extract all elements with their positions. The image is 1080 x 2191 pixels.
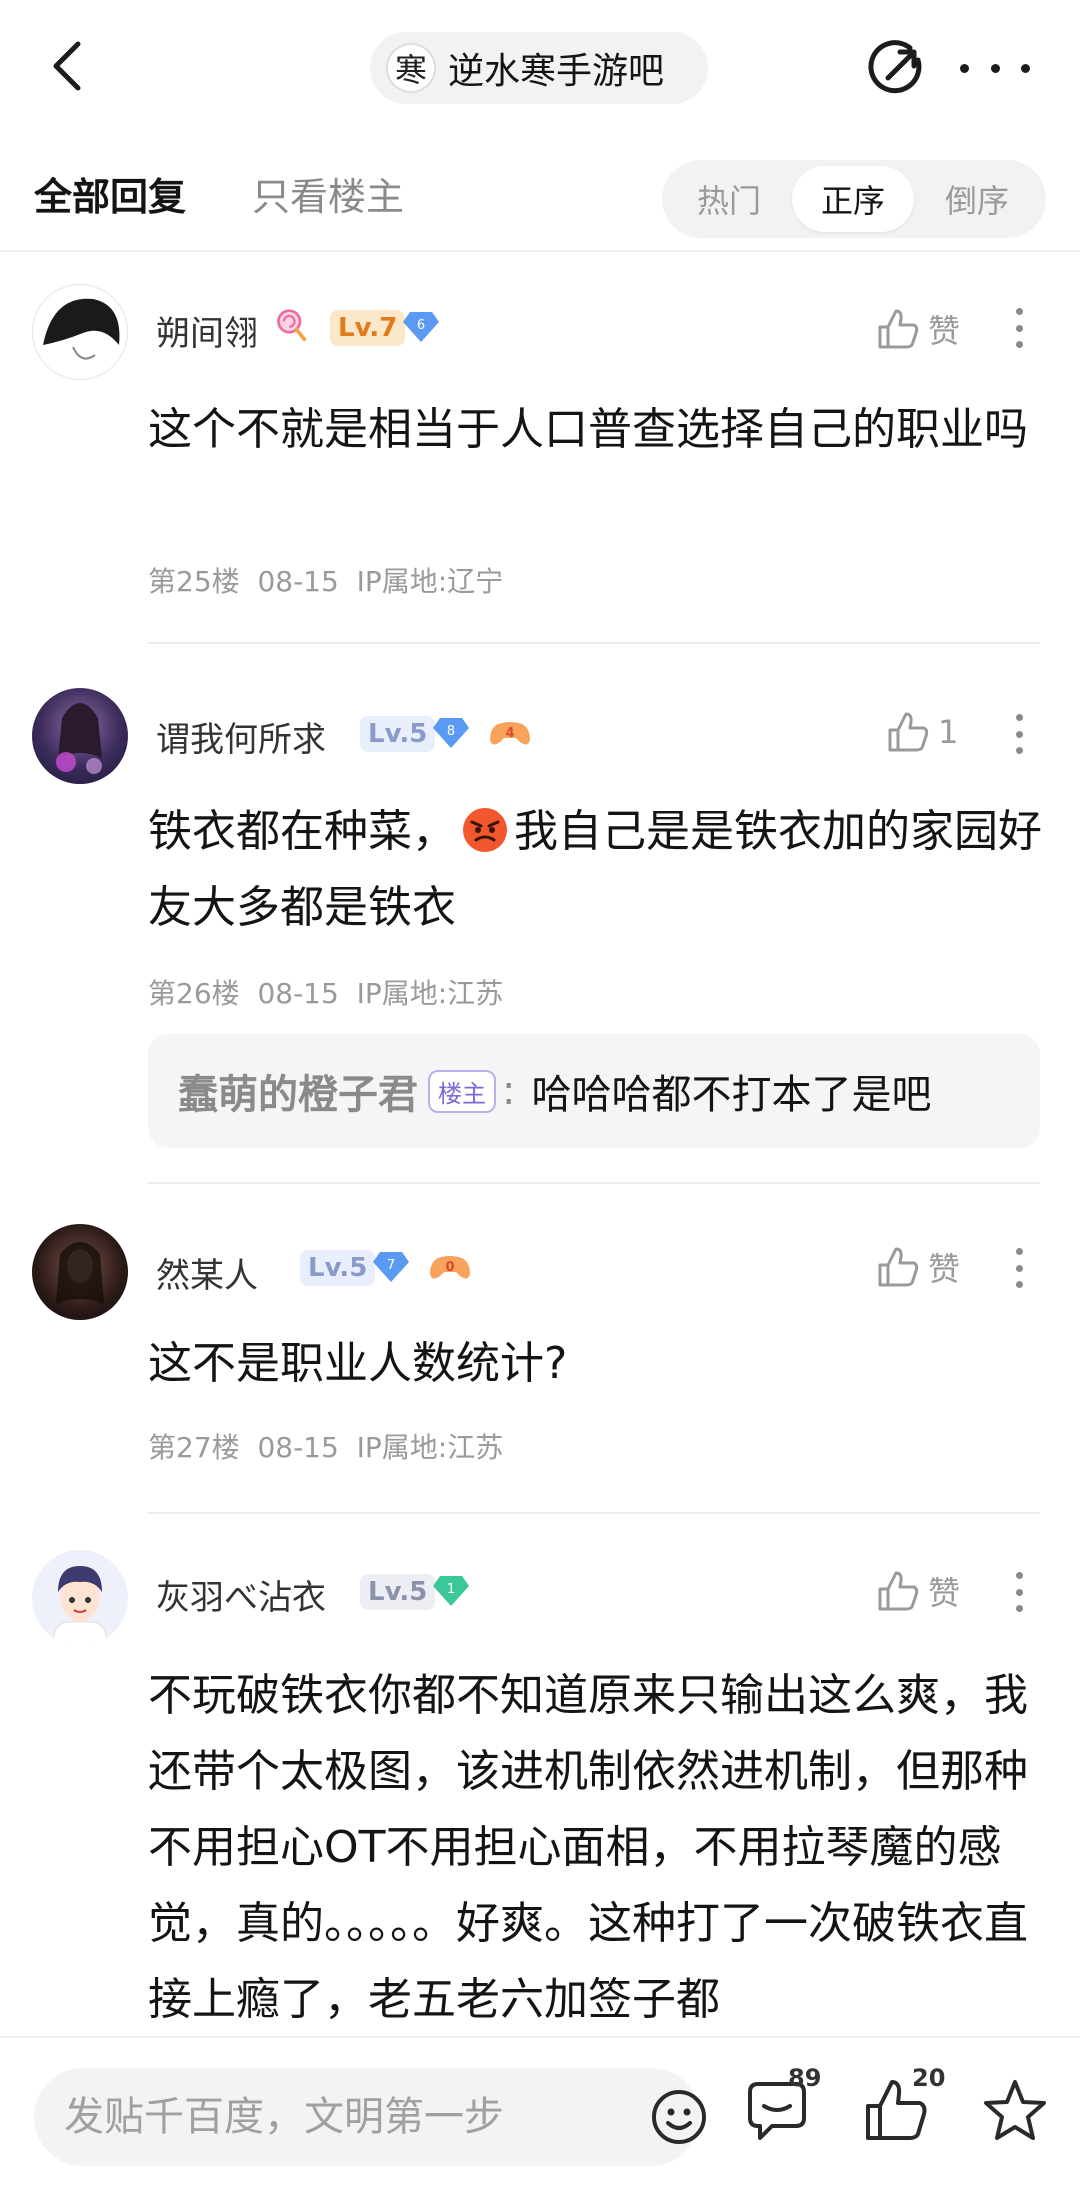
post-content: 铁衣都在种菜， 我自己是是铁衣加的家园好友大多都是铁衣 — [148, 794, 1048, 946]
reply-text: 哈哈哈都不打本了是吧 — [531, 1072, 932, 1118]
top-bar: 寒 逆水寒手游吧 — [0, 0, 1080, 140]
angry-face-emoji-icon — [463, 808, 507, 852]
tab-only-op[interactable]: 只看楼主 — [252, 166, 404, 221]
diamond-level-icon: 6 — [403, 312, 439, 342]
level-badge: Lv.5 — [360, 716, 436, 752]
avatar[interactable] — [32, 1550, 128, 1646]
ip-location: IP属地:江苏 — [356, 977, 504, 1010]
sort-ascending[interactable]: 正序 — [792, 166, 914, 232]
sort-hot[interactable]: 热门 — [668, 166, 790, 232]
back-arrow-icon[interactable] — [40, 36, 100, 96]
post-floor-28: 灰羽べ沾衣 Lv.5 1 赞 不玩破铁衣你都不知道原来只输出这么爽，我还带个太极… — [0, 1514, 1080, 2036]
svg-text:0: 0 — [445, 1260, 454, 1275]
like-label: 赞 — [928, 1250, 961, 1288]
username[interactable]: 谓我何所求 — [156, 712, 326, 761]
thumbs-up-icon — [878, 309, 919, 349]
like-button[interactable]: 赞 — [876, 1568, 960, 1614]
star-icon[interactable] — [980, 2076, 1050, 2146]
sub-reply[interactable]: 蠢萌的橙子君 楼主 : 哈哈哈都不打本了是吧 — [148, 1034, 1040, 1148]
like-count: 1 — [938, 713, 959, 751]
comment-count: 89 — [788, 2064, 822, 2092]
avatar[interactable] — [32, 284, 128, 380]
thumbs-up-icon — [888, 712, 929, 752]
gamepad-badge-icon: 4 — [490, 722, 530, 745]
like-button[interactable]: 赞 — [876, 1244, 960, 1290]
post-menu-icon[interactable] — [1014, 1248, 1024, 1288]
like-count: 20 — [912, 2064, 946, 2092]
post-date: 08-15 — [257, 977, 339, 1010]
svg-text:8: 8 — [447, 724, 455, 739]
avatar[interactable] — [32, 688, 128, 784]
forum-name: 逆水寒手游吧 — [448, 51, 665, 92]
tab-all-replies[interactable]: 全部回复 — [34, 166, 186, 221]
post-floor-26: 谓我何所求 Lv.5 8 4 1 铁衣都在种菜， 我自己是是铁衣加的家园好友大多都… — [0, 644, 1080, 1184]
svg-text:4: 4 — [505, 726, 514, 741]
post-date: 08-15 — [257, 565, 339, 598]
post-content: 这个不就是相当于人口普查选择自己的职业吗 — [148, 404, 1028, 455]
svg-text:1: 1 — [447, 1582, 455, 1597]
post-floor-25: 朔间翎 Lv.7 6 赞 这个不就是相当于人口普查选择自己的职业吗 第25楼 0… — [0, 252, 1080, 644]
reply-input[interactable] — [64, 2088, 624, 2146]
forum-avatar: 寒 — [386, 43, 436, 93]
post-content: 这不是职业人数统计? — [148, 1338, 568, 1389]
post-date: 08-15 — [257, 1431, 339, 1464]
reply-tabs: 全部回复 只看楼主 热门 正序 倒序 — [0, 140, 1080, 252]
share-icon[interactable] — [866, 38, 928, 100]
post-meta: 第25楼 08-15 IP属地:辽宁 — [148, 560, 503, 600]
like-button[interactable]: 赞 — [876, 306, 960, 352]
username[interactable]: 然某人 — [156, 1248, 258, 1297]
diamond-level-icon: 7 — [373, 1252, 409, 1282]
reply-author[interactable]: 蠢萌的橙子君 — [178, 1062, 418, 1120]
ip-location: IP属地:江苏 — [356, 1431, 504, 1464]
avatar[interactable] — [32, 1224, 128, 1320]
level-badge: Lv.5 — [360, 1574, 436, 1610]
content-part-1: 铁衣都在种菜， — [148, 806, 456, 857]
emoji-icon[interactable] — [650, 2088, 708, 2146]
diamond-level-icon: 1 — [433, 1576, 469, 1606]
reply-input-box[interactable] — [34, 2068, 706, 2166]
bottom-bar: 89 20 — [0, 2036, 1080, 2191]
lollipop-icon — [277, 309, 307, 342]
like-label: 赞 — [928, 1574, 961, 1612]
thumbs-up-icon — [878, 1571, 919, 1611]
svg-text:6: 6 — [417, 318, 425, 333]
svg-text:7: 7 — [387, 1258, 395, 1273]
username[interactable]: 朔间翎 — [156, 306, 258, 355]
post-menu-icon[interactable] — [1014, 714, 1024, 754]
forum-pill[interactable]: 寒 逆水寒手游吧 — [370, 32, 708, 104]
thumbs-up-icon — [878, 1247, 919, 1287]
post-menu-icon[interactable] — [1014, 308, 1024, 348]
sort-descending[interactable]: 倒序 — [916, 166, 1038, 232]
username[interactable]: 灰羽べ沾衣 — [156, 1570, 326, 1619]
post-content: 不玩破铁衣你都不知道原来只输出这么爽，我还带个太极图，该进机制依然进机制，但那种… — [148, 1670, 1028, 2025]
like-button[interactable]: 1 — [886, 710, 958, 754]
op-tag: 楼主 — [428, 1069, 496, 1113]
more-options-icon[interactable] — [960, 50, 1030, 86]
like-label: 赞 — [928, 312, 961, 350]
ip-location: IP属地:辽宁 — [356, 565, 504, 598]
post-menu-icon[interactable] — [1014, 1572, 1024, 1612]
floor-number: 第27楼 — [148, 1431, 240, 1464]
post-floor-27: 然某人 Lv.5 7 0 赞 这不是职业人数统计? 第27楼 08-15 IP属… — [0, 1184, 1080, 1514]
post-meta: 第26楼 08-15 IP属地:江苏 — [148, 972, 503, 1012]
gamepad-badge-icon: 0 — [430, 1256, 470, 1279]
level-badge: Lv.7 — [330, 310, 406, 346]
sort-switch: 热门 正序 倒序 — [662, 160, 1046, 238]
floor-number: 第26楼 — [148, 977, 240, 1010]
post-meta: 第27楼 08-15 IP属地:江苏 — [148, 1426, 503, 1466]
level-badge: Lv.5 — [300, 1250, 376, 1286]
diamond-level-icon: 8 — [433, 718, 469, 748]
reply-colon: : — [502, 1068, 516, 1114]
floor-number: 第25楼 — [148, 565, 240, 598]
